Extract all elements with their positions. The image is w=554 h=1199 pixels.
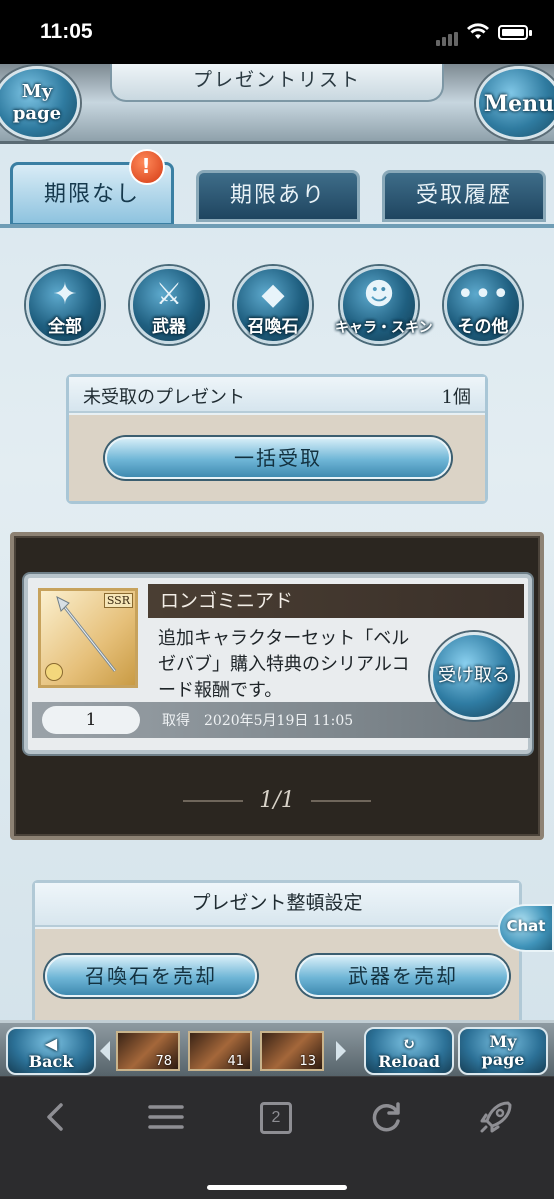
item-name: ロンゴミニアド — [148, 584, 524, 618]
claim-all-button[interactable]: 一括受取 — [105, 437, 451, 479]
sword-icon: ⚔ — [155, 277, 183, 312]
mypage-label: My page — [12, 81, 62, 124]
chevron-left-icon — [47, 1103, 63, 1131]
all-icon: ✦ — [52, 277, 78, 312]
unclaimed-panel: 未受取のプレゼント 1個 一括受取 — [66, 374, 488, 504]
alert-badge-icon: ! — [129, 149, 165, 185]
wifi-icon — [467, 23, 489, 39]
status-time: 11:05 — [40, 20, 93, 43]
filter-weapon[interactable]: ⚔ 武器 — [130, 266, 208, 344]
browser-rocket-button[interactable] — [474, 1095, 518, 1139]
obtained-label: 取得 — [162, 713, 190, 729]
back-button[interactable]: ◀ Back — [6, 1027, 96, 1075]
present-list: SSR ロンゴミニアド 追加キャラクターセット「ベルゼバブ」購入特典のシリアルコ… — [10, 532, 544, 840]
unclaimed-count: 1個 — [441, 387, 471, 408]
tab-divider — [0, 224, 554, 228]
item-thumbnail: SSR — [38, 588, 138, 688]
stack-count: 41 — [227, 1054, 244, 1069]
back-arrow-icon: ◀ — [44, 1034, 58, 1053]
mypage-button[interactable]: My page — [0, 66, 80, 140]
tab-label: 期限なし — [43, 182, 140, 207]
sell-summon-button[interactable]: 召喚石を売却 — [45, 955, 257, 997]
menu-button[interactable]: Menu — [476, 66, 554, 140]
tab-label: 受取履歴 — [415, 183, 512, 208]
stack-count: 13 — [299, 1054, 316, 1069]
filter-label: キャラ・スキン — [335, 320, 433, 336]
present-item: SSR ロンゴミニアド 追加キャラクターセット「ベルゼバブ」購入特典のシリアルコ… — [24, 574, 532, 754]
filter-all[interactable]: ✦ 全部 — [26, 266, 104, 344]
present-tabs: 期限なし ! 期限あり 受取履歴 — [10, 149, 546, 226]
sort-settings-body: 召喚石を売却 武器を売却 — [35, 929, 519, 1029]
rarity-badge: SSR — [103, 593, 133, 608]
scroll-right-icon[interactable] — [336, 1041, 346, 1061]
filter-label: 全部 — [48, 317, 82, 337]
reload-icon — [372, 1102, 400, 1132]
reload-label: Reload — [378, 1052, 440, 1071]
crystal-icon: ◆ — [261, 277, 285, 312]
chat-button[interactable]: Chat — [498, 904, 554, 952]
unclaimed-body: 一括受取 — [69, 415, 485, 501]
filter-summon[interactable]: ◆ 召喚石 — [234, 266, 312, 344]
browser-back-button[interactable] — [34, 1095, 78, 1139]
quest-stack[interactable]: 41 — [188, 1031, 252, 1071]
browser-menu-button[interactable] — [144, 1095, 188, 1139]
sort-settings-title: プレゼント整頓設定 — [35, 883, 519, 927]
sort-settings-panel: プレゼント整頓設定 召喚石を売却 武器を売却 — [32, 880, 522, 1030]
ornament-right — [310, 800, 371, 802]
tab-with-expiry[interactable]: 期限あり — [196, 170, 360, 222]
browser-tabs-button[interactable]: 2 — [254, 1095, 298, 1139]
tab-no-expiry[interactable]: 期限なし ! — [10, 149, 174, 226]
obtained-date: 2020年5月19日 11:05 — [204, 713, 354, 729]
more-icon: ••• — [456, 277, 510, 312]
browser-reload-button[interactable] — [364, 1095, 408, 1139]
cellular-signal-icon — [436, 27, 460, 46]
category-filter: ✦ 全部 ⚔ 武器 ◆ 召喚石 ☻ キャラ・スキン ••• その他 — [0, 260, 554, 350]
mypage-bottom-label: My page — [481, 1032, 525, 1069]
game-header: プレゼントリスト My page Menu — [0, 64, 554, 144]
browser-toolbar: 2 — [0, 1076, 554, 1199]
quest-stack[interactable]: 78 — [116, 1031, 180, 1071]
element-icon — [45, 663, 63, 681]
item-description: 追加キャラクターセット「ベルゼバブ」購入特典のシリアルコード報酬です。 — [158, 628, 410, 701]
filter-label: 武器 — [152, 317, 186, 337]
unclaimed-header: 未受取のプレゼント 1個 — [69, 377, 485, 413]
unclaimed-title: 未受取のプレゼント — [83, 387, 245, 408]
game-view: プレゼントリスト My page Menu 期限なし ! 期限あり 受取履歴 ✦… — [0, 64, 554, 1076]
pagination: 1/1 — [14, 788, 540, 813]
stack-count: 78 — [155, 1054, 172, 1069]
filter-label: 召喚石 — [247, 317, 299, 337]
reload-icon: ↻ — [402, 1034, 416, 1053]
character-icon: ☻ — [363, 277, 395, 312]
battery-icon — [498, 25, 532, 40]
ornament-left — [183, 800, 244, 802]
status-bar: 11:05 — [0, 0, 554, 64]
page-indicator: 1/1 — [259, 788, 295, 813]
home-indicator — [207, 1185, 347, 1190]
tab-history[interactable]: 受取履歴 — [382, 170, 546, 222]
quest-stack[interactable]: 13 — [260, 1031, 324, 1071]
item-quantity: 1 — [42, 706, 140, 734]
obtained-info: 取得 2020年5月19日 11:05 — [162, 710, 353, 730]
sell-weapon-button[interactable]: 武器を売却 — [297, 955, 509, 997]
tab-count: 2 — [260, 1101, 292, 1134]
reload-button[interactable]: ↻ Reload — [364, 1027, 454, 1075]
back-label: Back — [28, 1052, 74, 1071]
mypage-bottom-button[interactable]: My page — [458, 1027, 548, 1075]
game-bottom-bar: ◀ Back 78 41 13 ↻ Reload My page — [0, 1020, 554, 1076]
tab-label: 期限あり — [229, 183, 326, 208]
hamburger-icon — [148, 1105, 184, 1129]
receive-button[interactable]: 受け取る — [430, 632, 518, 720]
rocket-icon — [480, 1101, 512, 1133]
filter-character[interactable]: ☻ キャラ・スキン — [335, 266, 433, 344]
filter-other[interactable]: ••• その他 — [444, 266, 522, 344]
menu-label: Menu — [483, 91, 554, 117]
page-title: プレゼントリスト — [110, 64, 444, 102]
filter-label: その他 — [457, 317, 509, 337]
scroll-left-icon[interactable] — [100, 1041, 110, 1061]
